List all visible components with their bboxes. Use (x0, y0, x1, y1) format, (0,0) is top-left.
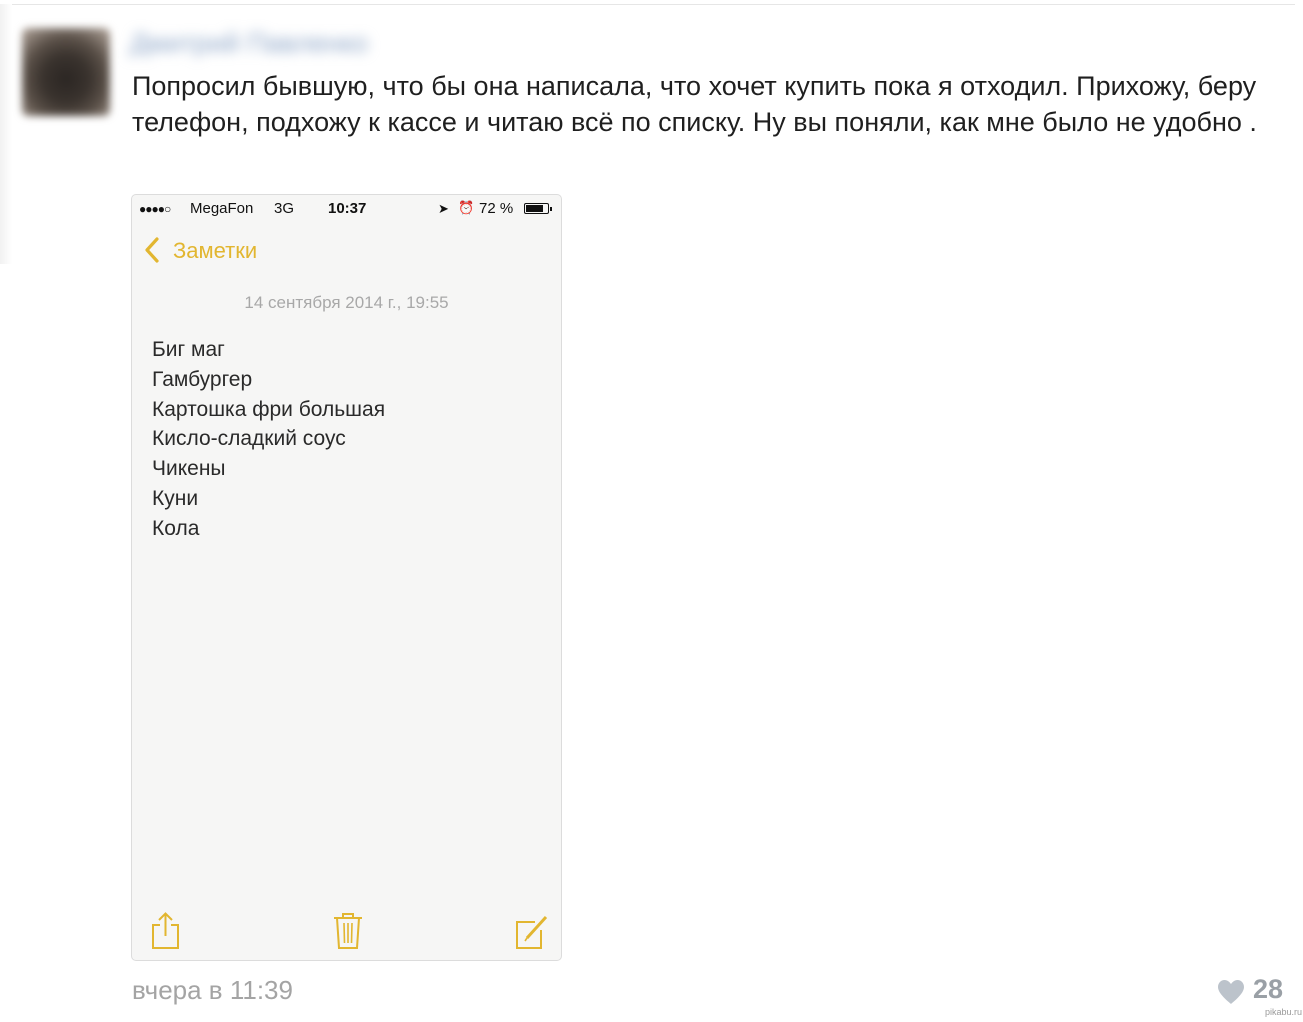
share-icon (152, 912, 179, 949)
location-arrow-icon: ➤ (438, 201, 449, 216)
carrier-name: MegaFon (190, 200, 254, 217)
note-list[interactable]: Биг маг Гамбургер Картошка фри большая К… (152, 335, 385, 544)
signal-strength: ●●●●○ (139, 202, 171, 216)
list-item: Биг маг (152, 338, 225, 361)
list-item: Картошка фри большая (152, 397, 386, 421)
watermark: pikabu.ru (1265, 1007, 1303, 1017)
avatar[interactable] (22, 28, 110, 116)
chevron-left-icon (145, 237, 159, 263)
list-item: Куни (152, 486, 199, 510)
share-button[interactable] (148, 911, 184, 951)
post-text: Попросил бывшую, что бы она написала, чт… (132, 71, 1257, 137)
alarm-icon: ⏰ (458, 200, 475, 215)
post-timestamp[interactable]: вчера в 11:39 (132, 975, 293, 1006)
note-date: 14 сентября 2014 г., 19:55 (244, 293, 449, 312)
author-name[interactable]: Дмитрий Павленко (130, 28, 368, 59)
heart-icon (1218, 980, 1244, 1004)
like-count: 28 (1253, 974, 1284, 1004)
compose-button[interactable] (513, 911, 549, 951)
note-screenshot[interactable]: ●●●●○ MegaFon 3G 10:37 ➤ ⏰ 72 % Заметки … (131, 194, 562, 961)
battery-percent: 72 % (479, 200, 514, 217)
network-type: 3G (274, 200, 295, 217)
list-item: Чикены (152, 457, 226, 481)
left-shadow (0, 4, 12, 264)
battery-icon (524, 203, 552, 214)
list-item: Кисло-сладкий соус (152, 427, 346, 451)
trash-icon (334, 913, 362, 949)
top-divider (8, 4, 1295, 5)
status-bar: ●●●●○ MegaFon 3G 10:37 ➤ ⏰ 72 % (132, 195, 561, 221)
compose-icon (516, 915, 548, 949)
list-item: Гамбургер (152, 367, 253, 391)
list-item: Кола (152, 516, 200, 540)
status-time: 10:37 (328, 200, 367, 217)
delete-button[interactable] (330, 911, 366, 951)
back-label: Заметки (173, 238, 258, 263)
